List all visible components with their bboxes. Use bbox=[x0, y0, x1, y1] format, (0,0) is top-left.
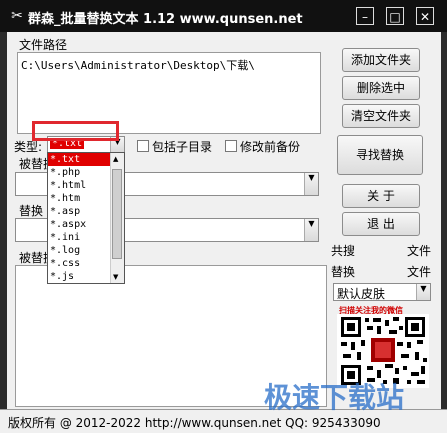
chevron-down-icon[interactable]: ▼ bbox=[304, 173, 318, 195]
title-bar: ✂ 群森_批量替换文本 1.12 www.qunsen.net – □ ✕ bbox=[0, 0, 447, 32]
replace-label: 替换 bbox=[19, 204, 44, 218]
replace-file-label: 文件 bbox=[407, 265, 432, 279]
exit-button[interactable]: 退 出 bbox=[342, 212, 420, 236]
scrollbar-thumb[interactable] bbox=[112, 169, 122, 259]
chevron-down-icon[interactable]: ▼ bbox=[304, 219, 318, 241]
add-folder-button[interactable]: 添加文件夹 bbox=[342, 48, 420, 72]
chevron-down-icon[interactable]: ▼ bbox=[416, 284, 430, 300]
about-button[interactable]: 关 于 bbox=[342, 184, 420, 208]
restore-button[interactable]: □ bbox=[386, 7, 404, 25]
copyright-text: 版权所有 @ 2012-2022 http://www.qunsen.net Q… bbox=[8, 416, 381, 430]
type-combo-value: *.txt bbox=[50, 138, 85, 149]
include-subdirs-checkbox[interactable] bbox=[137, 140, 149, 152]
backup-checkbox[interactable] bbox=[225, 140, 237, 152]
type-dropdown-list[interactable]: *.txt *.php *.html *.htm *.asp *.aspx *.… bbox=[47, 152, 125, 284]
clear-folders-button[interactable]: 清空文件夹 bbox=[342, 104, 420, 128]
find-replace-button[interactable]: 寻找替换 bbox=[337, 135, 423, 175]
dropdown-scrollbar[interactable]: ▲ ▼ bbox=[110, 153, 124, 283]
type-label: 类型: bbox=[14, 140, 43, 154]
skin-select[interactable]: 默认皮肤 ▼ bbox=[333, 283, 431, 301]
path-list[interactable]: C:\Users\Administrator\Desktop\下载\ bbox=[17, 52, 321, 134]
chevron-down-icon[interactable]: ▼ bbox=[113, 273, 118, 281]
share-search-label: 共搜 bbox=[331, 244, 356, 258]
path-item[interactable]: C:\Users\Administrator\Desktop\下载\ bbox=[21, 57, 255, 73]
share-file-label: 文件 bbox=[407, 244, 432, 258]
path-label: 文件路径 bbox=[19, 38, 68, 52]
skin-select-value: 默认皮肤 bbox=[337, 287, 386, 301]
type-combo[interactable]: *.txt ▼ bbox=[47, 136, 125, 153]
minimize-button[interactable]: – bbox=[356, 7, 374, 25]
chevron-up-icon[interactable]: ▲ bbox=[113, 155, 118, 163]
app-tools-icon: ✂ bbox=[11, 8, 23, 24]
watermark-text: 极速下载站 bbox=[264, 381, 405, 414]
include-subdirs-label: 包括子目录 bbox=[152, 140, 213, 154]
replace-count-label: 替换 bbox=[331, 265, 356, 279]
close-button[interactable]: ✕ bbox=[416, 7, 434, 25]
main-panel: 文件路径 C:\Users\Administrator\Desktop\下载\ … bbox=[7, 32, 441, 425]
delete-selected-button[interactable]: 删除选中 bbox=[342, 76, 420, 100]
chevron-down-icon[interactable]: ▼ bbox=[110, 137, 124, 152]
window-title: 群森_批量替换文本 1.12 www.qunsen.net bbox=[28, 12, 303, 27]
backup-label: 修改前备份 bbox=[240, 140, 301, 154]
